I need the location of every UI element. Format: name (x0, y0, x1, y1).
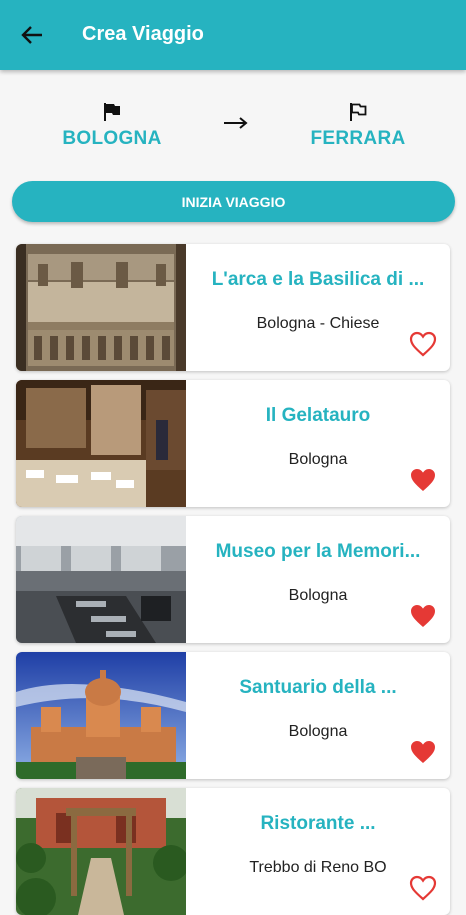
place-card[interactable]: Museo per la Memori... Bologna (16, 516, 450, 643)
place-photo (16, 516, 186, 643)
place-photo (16, 788, 186, 915)
place-title: Santuario della ... (239, 677, 397, 698)
place-title: L'arca e la Basilica di ... (211, 269, 425, 290)
place-title: Museo per la Memori... (215, 541, 421, 562)
heart-filled-icon[interactable] (409, 739, 437, 765)
start-trip-button[interactable]: INIZIA VIAGGIO (12, 181, 455, 222)
flag-outline-icon (350, 103, 367, 121)
place-subtitle: Bologna (288, 451, 348, 468)
place-subtitle: Bologna - Chiese (256, 315, 380, 332)
start-stop: BOLOGNA (32, 100, 192, 150)
place-photo (16, 244, 186, 371)
place-subtitle: Bologna (288, 587, 348, 604)
start-city: BOLOGNA (62, 128, 162, 149)
place-title: Ristorante ... (260, 813, 376, 834)
place-card[interactable]: Il Gelatauro Bologna (16, 380, 450, 507)
end-city: FERRARA (310, 128, 406, 149)
back-button[interactable] (18, 21, 46, 49)
route-summary: BOLOGNA FERRARA (0, 100, 466, 160)
heart-outline-icon[interactable] (409, 875, 437, 901)
place-photo (16, 380, 186, 507)
place-card[interactable]: L'arca e la Basilica di ... Bologna - Ch… (16, 244, 450, 371)
heart-filled-icon[interactable] (409, 603, 437, 629)
app-bar: Crea Viaggio (0, 0, 466, 70)
place-photo (16, 652, 186, 779)
arrow-back-icon (21, 26, 42, 44)
place-card[interactable]: Ristorante ... Trebbo di Reno BO (16, 788, 450, 915)
heart-outline-icon[interactable] (409, 331, 437, 357)
place-subtitle: Trebbo di Reno BO (249, 859, 387, 876)
place-subtitle: Bologna (288, 723, 348, 740)
end-stop: FERRARA (278, 100, 438, 150)
place-card[interactable]: Santuario della ... Bologna (16, 652, 450, 779)
flag-filled-icon (104, 103, 120, 121)
arrow-right-icon (224, 117, 248, 129)
place-title: Il Gelatauro (265, 405, 371, 426)
heart-filled-icon[interactable] (409, 467, 437, 493)
page-title: Crea Viaggio (82, 23, 204, 45)
